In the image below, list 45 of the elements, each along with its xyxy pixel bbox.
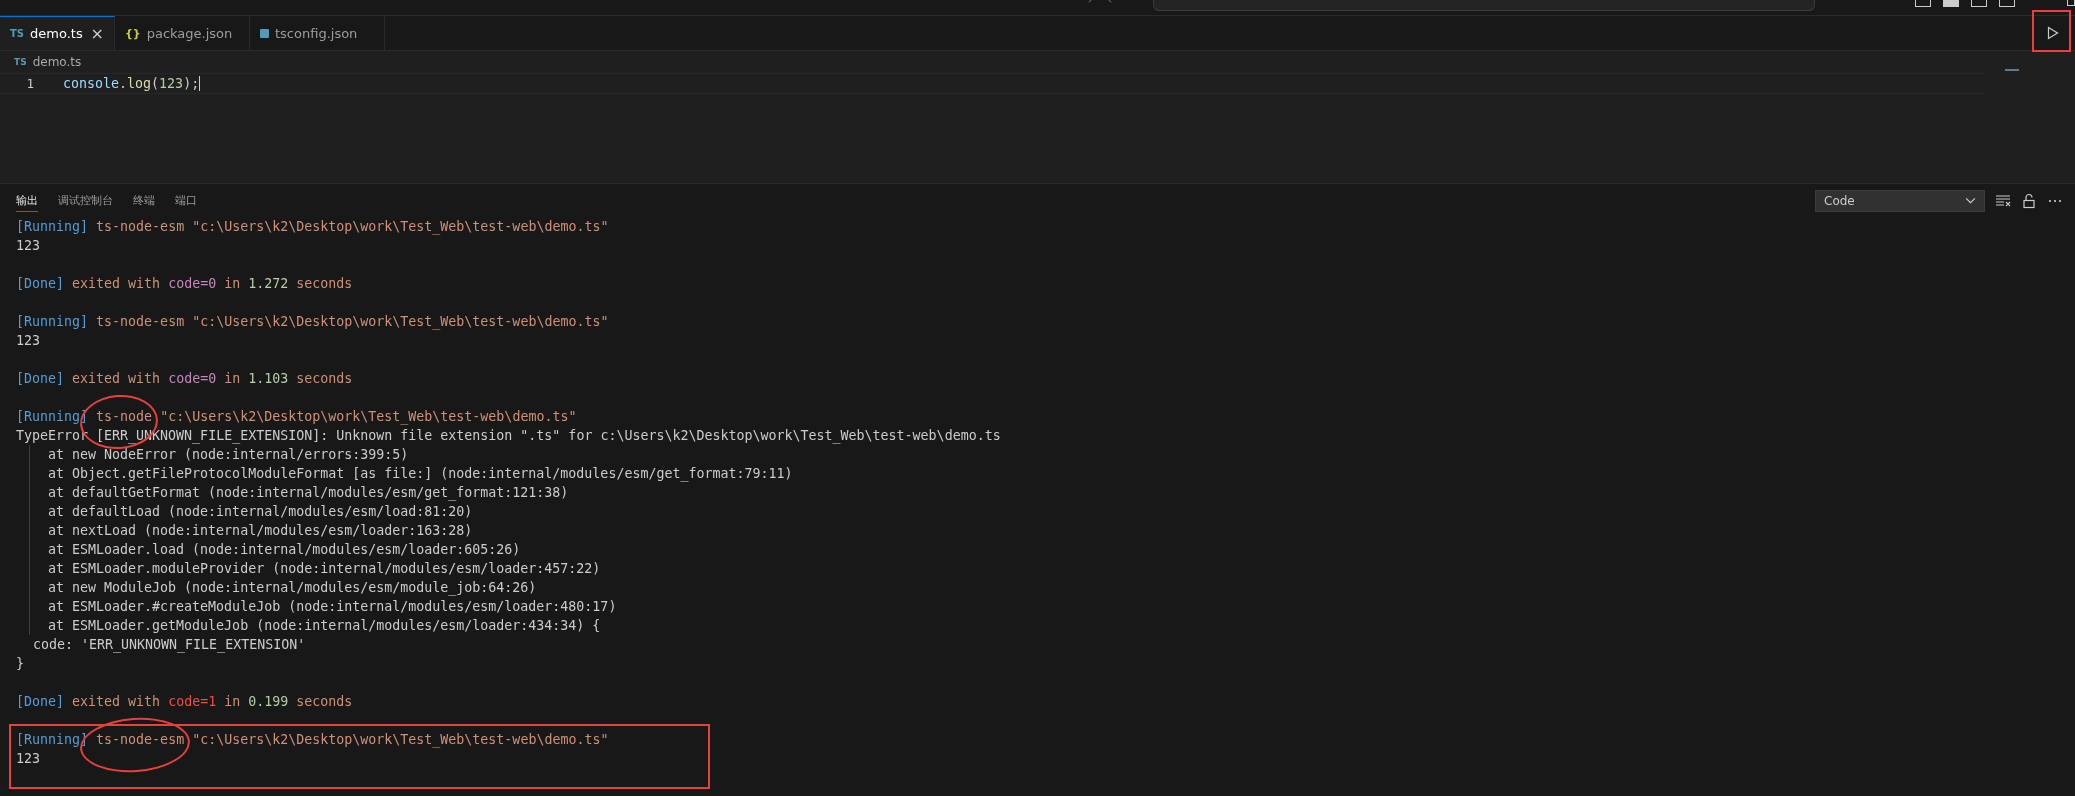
- output-line: at defaultGetFormat (node:internal/modules/esm/get_format:121:38): [48, 485, 569, 500]
- output-line: at nextLoad (node:internal/modules/esm/loader:163:28): [48, 523, 473, 538]
- layout-icon[interactable]: [1998, 0, 2015, 7]
- output-line: at Object.getFileProtocolModuleFormat [as file:] (node:internal/modules/esm/get_format:79:11): [48, 466, 793, 481]
- output-line: 123: [16, 751, 41, 766]
- output-line: at ESMLoader.getModuleJob (node:internal/modules/esm/loader:434:34) {: [48, 618, 601, 633]
- clear-output-icon[interactable]: [1995, 192, 2011, 209]
- output-line: [Done] exited with code=0 in 1.272 seconds: [16, 276, 353, 291]
- braces-icon: {}: [125, 26, 141, 40]
- output-line: }: [16, 656, 24, 671]
- panel-tab[interactable]: 调试控制台: [58, 189, 113, 212]
- restore-icon[interactable]: [2066, 0, 2075, 6]
- channel-dropdown[interactable]: Code: [1815, 189, 1985, 212]
- breadcrumb-item[interactable]: demo.ts: [32, 55, 82, 69]
- panel-tab[interactable]: 终端: [133, 189, 155, 212]
- output-line: [Running] ts-node-esm "c:\Users\k2\Desktop\work\Test_Web\test-web\demo.ts": [16, 219, 609, 234]
- output-line: at defaultLoad (node:internal/modules/esm/load:81:20): [48, 504, 473, 519]
- code-line: console.log(123);: [63, 75, 201, 92]
- typescript-icon: TS: [14, 57, 27, 67]
- panel-tab[interactable]: 端口: [175, 189, 197, 212]
- output-line: at ESMLoader.moduleProvider (node:internal/modules/esm/loader:457:22): [48, 561, 601, 576]
- output-line: at new NodeError (node:internal/errors:399:5): [48, 447, 409, 462]
- typescript-icon: TS: [10, 28, 25, 39]
- output-line: [Running] ts-node-esm "c:\Users\k2\Desktop\work\Test_Web\test-web\demo.ts": [16, 732, 609, 747]
- output-line: [Running] ts-node-esm "c:\Users\k2\Desktop\work\Test_Web\test-web\demo.ts": [16, 314, 609, 329]
- close-icon[interactable]: ×: [90, 24, 104, 43]
- play-icon: [2047, 26, 2059, 40]
- chevron-icon: [1965, 197, 1976, 204]
- output-line: 123: [16, 333, 41, 348]
- output-line: at ESMLoader.#createModuleJob (node:internal/modules/esm/loader:480:17): [48, 599, 617, 614]
- output-line: at ESMLoader.load (node:internal/modules/esm/loader:605:26): [48, 542, 521, 557]
- output-line: 123: [16, 238, 41, 253]
- output-line: [Done] exited with code=0 in 1.103 seconds: [16, 371, 353, 386]
- layout-icon[interactable]: [1914, 0, 1931, 7]
- layout-icon[interactable]: [1942, 0, 1959, 7]
- search-field[interactable]: [1153, 0, 1815, 11]
- editor-tab[interactable]: TS demo.ts ×: [0, 16, 115, 50]
- output-line: [Done] exited with code=1 in 0.199 seconds: [16, 694, 353, 709]
- output-line: code: 'ERR_UNKNOWN_FILE_EXTENSION': [33, 637, 306, 652]
- line-number: 1: [25, 76, 34, 91]
- unlock-icon[interactable]: [2021, 192, 2037, 209]
- panel-tab[interactable]: 输出: [16, 189, 38, 212]
- output-line: at new ModuleJob (node:internal/modules/esm/module_job:64:26): [48, 580, 537, 595]
- config-file-icon: [260, 28, 269, 38]
- layout-icon[interactable]: [1970, 0, 1987, 7]
